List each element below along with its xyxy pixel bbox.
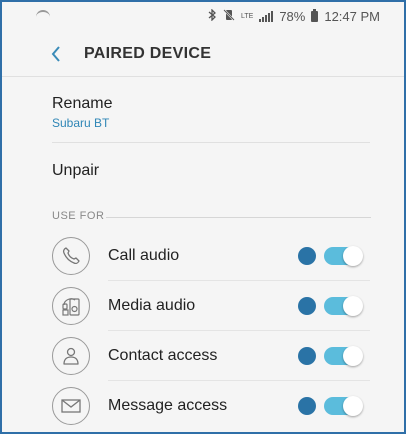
list-item-label: Message access	[108, 397, 228, 414]
call-audio-toggle[interactable]	[324, 246, 363, 266]
toggle-knob	[343, 346, 363, 366]
toggle-knob	[343, 396, 363, 416]
section-title-use-for: USE FOR	[52, 210, 105, 222]
list-item-label: Call audio	[108, 247, 180, 264]
list-item-message-access[interactable]: Message access	[2, 382, 404, 430]
list-item-contact-access[interactable]: Contact access	[2, 332, 404, 380]
status-dot	[298, 247, 316, 265]
notification-icon	[36, 10, 50, 19]
status-dot	[298, 397, 316, 415]
phone-icon	[52, 237, 90, 275]
status-icons: LTE 78% 12:47 PM	[208, 8, 380, 24]
list-item-label: Contact access	[108, 347, 218, 364]
list-item-label: Media audio	[108, 297, 196, 314]
toggle-knob	[343, 296, 363, 316]
rename-divider	[52, 142, 370, 143]
vibrate-mute-icon	[223, 9, 235, 24]
row-divider	[108, 330, 370, 331]
status-dot	[298, 297, 316, 315]
battery-percent: 78%	[279, 9, 306, 24]
section-divider	[106, 217, 371, 218]
page-title: PAIRED DEVICE	[84, 45, 212, 62]
media-icon	[52, 287, 90, 325]
contact-access-toggle[interactable]	[324, 346, 363, 366]
row-divider	[108, 380, 370, 381]
person-icon	[52, 337, 90, 375]
chevron-left-icon[interactable]	[48, 44, 64, 64]
rename-item[interactable]: Rename Subaru BT	[52, 95, 112, 130]
device-name: Subaru BT	[52, 116, 110, 130]
toggle-knob	[343, 246, 363, 266]
list-item-media-audio[interactable]: Media audio	[2, 282, 404, 330]
app-header: PAIRED DEVICE	[2, 32, 404, 76]
screen-frame: LTE 78% 12:47 PM PAIRED DEVICE Rename Su…	[0, 0, 406, 434]
network-type-label: LTE	[240, 12, 254, 20]
bluetooth-icon	[208, 8, 217, 24]
unpair-item[interactable]: Unpair	[52, 162, 99, 180]
list-item-call-audio[interactable]: Call audio	[2, 232, 404, 280]
header-divider	[2, 76, 404, 77]
battery-icon	[311, 9, 319, 22]
clock: 12:47 PM	[324, 9, 380, 24]
rename-label: Rename	[52, 95, 113, 112]
media-audio-toggle[interactable]	[324, 296, 363, 316]
row-divider	[108, 280, 370, 281]
status-dot	[298, 347, 316, 365]
signal-strength-icon	[259, 11, 274, 22]
envelope-icon	[52, 387, 90, 425]
status-bar: LTE 78% 12:47 PM	[2, 2, 404, 32]
message-access-toggle[interactable]	[324, 396, 363, 416]
